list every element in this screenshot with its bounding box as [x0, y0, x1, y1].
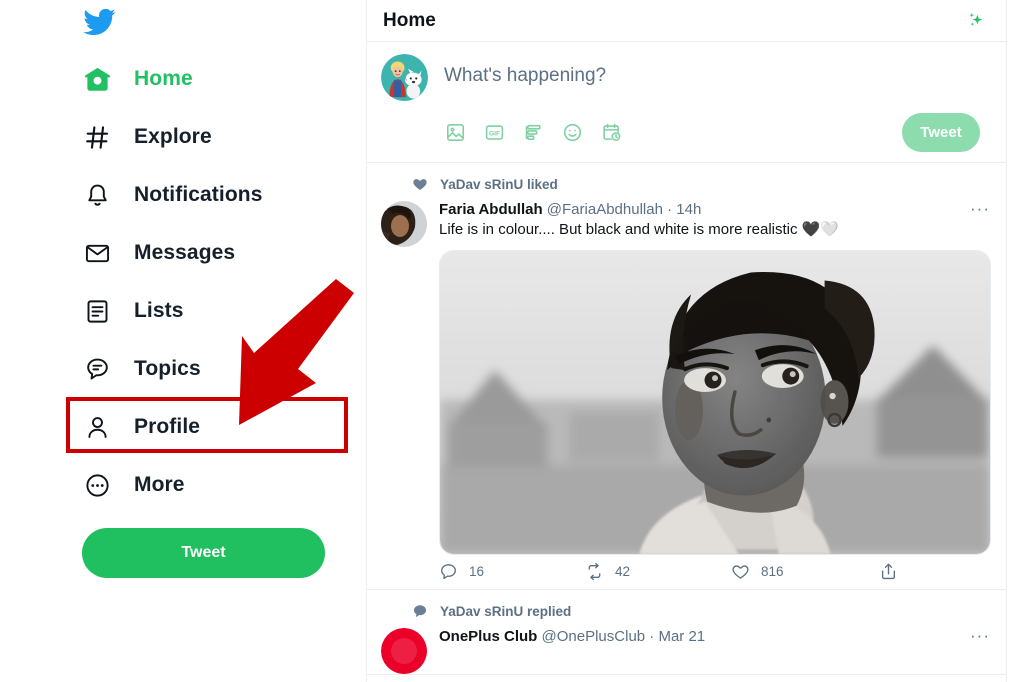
list-icon — [82, 296, 112, 326]
tweet-headline: OnePlus Club @OnePlusClub · Mar 21 ··· — [439, 627, 992, 645]
timeline-tweet[interactable]: YaDav sRinU replied OnePlus Club @OnePlu… — [367, 590, 1006, 675]
twitter-app: Home Explore Notifications Messages List… — [0, 0, 1024, 682]
tweet-context-row: YaDav sRinU liked — [381, 171, 992, 197]
tweet-context-label: YaDav sRinU replied — [440, 603, 572, 619]
sidebar-item-label: Explore — [134, 125, 212, 148]
sidebar-item-label: Topics — [134, 357, 201, 380]
tweet-author-avatar[interactable] — [381, 628, 427, 674]
hashtag-icon — [82, 122, 112, 152]
timeline-header: Home — [367, 0, 1006, 42]
heart-filled-icon — [411, 176, 428, 193]
topics-chat-icon — [82, 354, 112, 384]
tweet-text: Life is in colour.... But black and whit… — [439, 221, 840, 238]
sidebar-item-label: Home — [134, 67, 193, 90]
user-avatar-cartoon[interactable] — [381, 54, 428, 101]
person-icon — [82, 412, 112, 442]
tweet-media-photo[interactable] — [439, 250, 991, 555]
sidebar-tweet-button[interactable]: Tweet — [82, 528, 325, 578]
media-icon[interactable] — [444, 122, 466, 144]
tweet-timestamp[interactable]: Mar 21 — [658, 628, 705, 645]
logo-row — [82, 0, 366, 44]
tweet-body: OnePlus Club @OnePlusClub · Mar 21 ··· — [381, 624, 992, 674]
tweet-author-line: OnePlus Club @OnePlusClub · Mar 21 — [439, 628, 705, 645]
tweet-headline: Faria Abdullah @FariaAbdhullah · 14h ··· — [439, 200, 992, 218]
sidebar-item-notifications[interactable]: Notifications — [82, 166, 366, 224]
main-timeline-column: Home What's happening? GIF Tweet YaDav s… — [366, 0, 1007, 682]
compose-input-placeholder[interactable]: What's happening? — [444, 54, 606, 87]
poll-icon[interactable] — [522, 122, 544, 144]
sidebar-item-more[interactable]: More — [82, 456, 366, 514]
compose-bottom-row: GIF Tweet — [381, 113, 992, 152]
tweet-more-options-button[interactable]: ··· — [970, 200, 992, 217]
emoji-icon[interactable] — [561, 122, 583, 144]
page-title: Home — [383, 9, 436, 31]
tweet-more-options-button[interactable]: ··· — [970, 627, 992, 644]
tweet-author-handle[interactable]: @FariaAbdhullah — [547, 201, 663, 218]
compose-top-row: What's happening? — [381, 54, 992, 101]
tweet-timestamp[interactable]: 14h — [676, 201, 701, 218]
reply-filled-icon — [411, 603, 428, 620]
tweet-body: Faria Abdullah @FariaAbdhullah · 14h ···… — [381, 197, 992, 589]
tweet-actions: 16 42 816 — [439, 562, 992, 581]
primary-sidebar: Home Explore Notifications Messages List… — [0, 0, 366, 682]
reply-count: 16 — [469, 564, 485, 579]
tweet-author-name[interactable]: Faria Abdullah — [439, 201, 543, 218]
sidebar-item-label: More — [134, 473, 185, 496]
tweet-author-avatar[interactable] — [381, 201, 427, 247]
tweet-context-row: YaDav sRinU replied — [381, 598, 992, 624]
compose-tweet-button[interactable]: Tweet — [902, 113, 980, 152]
compose-toolbar: GIF — [444, 122, 622, 144]
tweet-content: Faria Abdullah @FariaAbdhullah · 14h ···… — [439, 200, 992, 589]
gif-icon[interactable]: GIF — [483, 122, 505, 144]
sidebar-item-explore[interactable]: Explore — [82, 108, 366, 166]
retweet-count: 42 — [615, 564, 631, 579]
tweet-author-name[interactable]: OnePlus Club — [439, 628, 537, 645]
sidebar-item-messages[interactable]: Messages — [82, 224, 366, 282]
like-button[interactable]: 816 — [731, 562, 879, 581]
like-count: 816 — [761, 564, 784, 579]
bell-icon — [82, 180, 112, 210]
sidebar-item-home[interactable]: Home — [82, 50, 366, 108]
share-button[interactable] — [879, 562, 898, 581]
tweet-author-handle[interactable]: @OnePlusClub — [542, 628, 646, 645]
sparkle-icon[interactable] — [960, 5, 992, 37]
sidebar-item-label: Messages — [134, 241, 236, 264]
tweet-content: OnePlus Club @OnePlusClub · Mar 21 ··· — [439, 627, 992, 674]
sidebar-item-label: Notifications — [134, 183, 263, 206]
tweet-author-line: Faria Abdullah @FariaAbdhullah · 14h — [439, 201, 701, 218]
schedule-icon[interactable] — [600, 122, 622, 144]
timeline-tweet[interactable]: YaDav sRinU liked Faria Abdullah @FariaA… — [367, 163, 1006, 590]
compose-tweet-box: What's happening? GIF Tweet — [367, 42, 1006, 163]
reply-button[interactable]: 16 — [439, 562, 585, 581]
sidebar-item-label: Profile — [134, 415, 201, 438]
twitter-bird-logo-icon[interactable] — [82, 5, 116, 39]
sidebar-item-profile[interactable]: Profile — [82, 398, 366, 456]
separator-dot: · — [649, 628, 655, 645]
ellipsis-circle-icon — [82, 470, 112, 500]
retweet-button[interactable]: 42 — [585, 562, 731, 581]
sidebar-nav: Home Explore Notifications Messages List… — [82, 50, 366, 578]
home-icon — [82, 64, 112, 94]
sidebar-item-topics[interactable]: Topics — [82, 340, 366, 398]
envelope-icon — [82, 238, 112, 268]
tweet-context-label: YaDav sRinU liked — [440, 176, 558, 192]
sidebar-item-label: Lists — [134, 299, 184, 322]
svg-text:GIF: GIF — [488, 130, 499, 137]
sidebar-item-lists[interactable]: Lists — [82, 282, 366, 340]
separator-dot: · — [667, 201, 673, 218]
